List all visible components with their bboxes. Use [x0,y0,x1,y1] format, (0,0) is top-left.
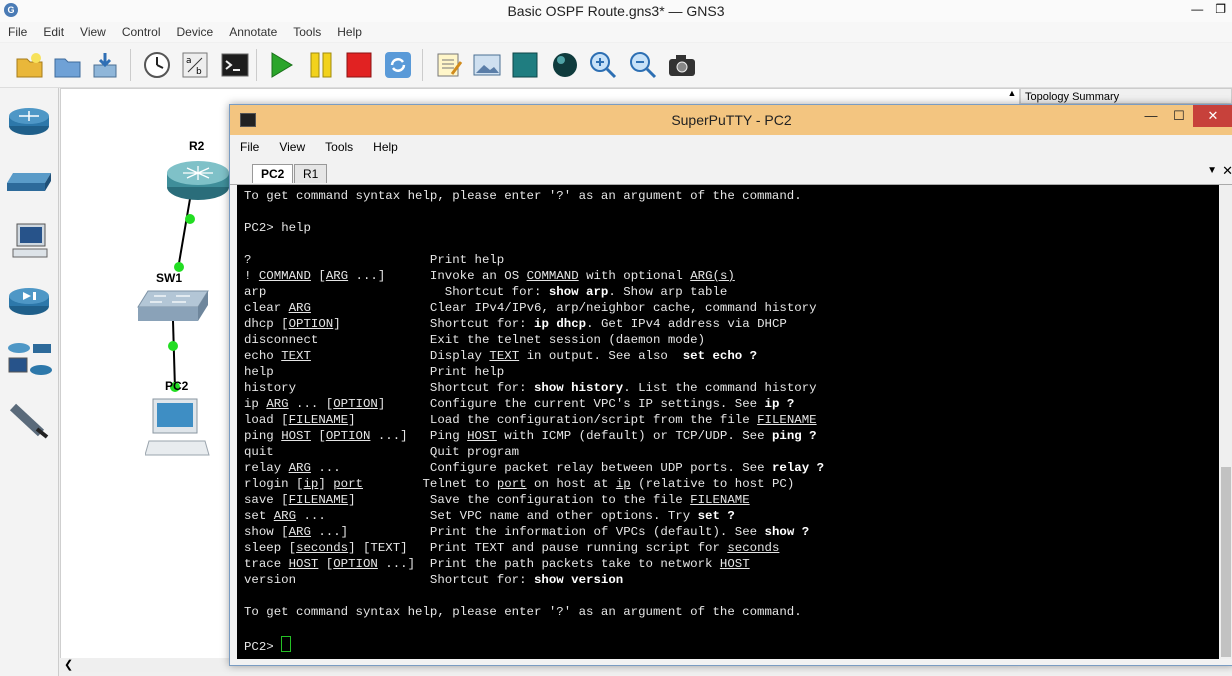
menu-edit[interactable]: Edit [35,22,72,42]
menu-file[interactable]: File [0,22,35,42]
superputty-menu-tools[interactable]: Tools [315,135,363,159]
console-all-icon[interactable] [218,48,252,82]
superputty-window: SuperPuTTY - PC2 — ☐ ✕ File View Tools H… [229,104,1232,666]
toolbar: ab [0,43,1232,88]
menu-view[interactable]: View [72,22,114,42]
end-devices-icon[interactable] [4,216,54,266]
terminal-output: To get command syntax help, please enter… [244,189,825,654]
zoom-in-icon[interactable] [586,48,620,82]
superputty-maximize-button[interactable]: ☐ [1165,105,1193,127]
menu-help[interactable]: Help [329,22,370,42]
link-status-dot [168,341,178,351]
node-label-r2: R2 [189,139,205,153]
svg-text:b: b [196,67,202,77]
menu-annotate[interactable]: Annotate [221,22,285,42]
terminal-console[interactable]: To get command syntax help, please enter… [237,185,1219,659]
minimize-button[interactable]: — [1191,2,1203,16]
terminal-prompt: PC2> [244,221,282,235]
add-link-icon[interactable] [4,396,54,446]
draw-ellipse-icon[interactable] [548,48,582,82]
reload-all-icon[interactable] [381,48,415,82]
terminal-prompt-current: PC2> [244,640,282,654]
terminal-cursor [281,636,292,652]
terminal-syntax-help: To get command syntax help, please enter… [244,189,802,203]
stop-all-icon[interactable] [342,48,376,82]
insert-picture-icon[interactable] [470,48,504,82]
link-status-dot [185,214,195,224]
switch-sw1-icon[interactable] [136,287,210,325]
session-tabs: PC2 R1 ▼ ✕ [230,162,1232,185]
superputty-menu-bar: File View Tools Help [230,135,1232,159]
terminal-vertical-scrollbar[interactable] [1220,185,1232,659]
menu-bar: File Edit View Control Device Annotate T… [0,22,1232,42]
terminal-syntax-help-footer: To get command syntax help, please enter… [244,605,802,619]
superputty-menu-view[interactable]: View [269,135,315,159]
zoom-out-icon[interactable] [626,48,660,82]
window-title: Basic OSPF Route.gns3* — GNS3 [507,3,725,19]
routers-icon[interactable] [4,96,54,146]
superputty-title: SuperPuTTY - PC2 [671,112,792,128]
draw-rectangle-icon[interactable] [508,48,542,82]
start-all-icon[interactable] [264,48,298,82]
node-label-pc2: PC2 [165,379,189,393]
menu-device[interactable]: Device [169,22,222,42]
device-dock [0,88,59,676]
menu-control[interactable]: Control [114,22,169,42]
tab-pc2[interactable]: PC2 [252,164,294,183]
superputty-minimize-button[interactable]: — [1137,105,1165,127]
menu-tools[interactable]: Tools [285,22,329,42]
scroll-up-arrow-icon[interactable]: ▲ [1006,88,1018,102]
switches-icon[interactable] [4,156,54,206]
node-label-sw1: SW1 [156,271,183,285]
show-interface-labels-icon[interactable]: ab [178,48,212,82]
close-tab-icon[interactable]: ✕ [1222,163,1232,179]
terminal-scroll-thumb[interactable] [1221,467,1231,657]
all-devices-icon[interactable] [4,336,54,386]
pc-pc2-icon[interactable] [145,397,211,459]
topology-summary-header: Topology Summary [1020,88,1232,104]
open-project-icon[interactable] [50,48,84,82]
router-r2-icon[interactable] [165,157,231,203]
title-bar: G Basic OSPF Route.gns3* — GNS3 — ❐ [0,0,1232,23]
tab-r1[interactable]: R1 [294,164,328,183]
restore-button[interactable]: ❐ [1215,2,1226,16]
snapshot-clock-icon[interactable] [140,48,174,82]
superputty-close-button[interactable]: ✕ [1193,105,1232,127]
superputty-menu-file[interactable]: File [230,135,269,159]
security-devices-icon[interactable] [4,276,54,326]
add-note-icon[interactable] [432,48,466,82]
tab-list-dropdown-icon[interactable]: ▼ [1207,165,1217,176]
terminal-command: help [281,221,311,235]
save-project-icon[interactable] [88,48,122,82]
superputty-title-bar: SuperPuTTY - PC2 — ☐ ✕ [230,105,1232,135]
superputty-menu-help[interactable]: Help [363,135,408,159]
svg-text:a: a [186,56,192,66]
new-project-icon[interactable] [12,48,46,82]
suspend-all-icon[interactable] [304,48,338,82]
screenshot-camera-icon[interactable] [665,48,699,82]
